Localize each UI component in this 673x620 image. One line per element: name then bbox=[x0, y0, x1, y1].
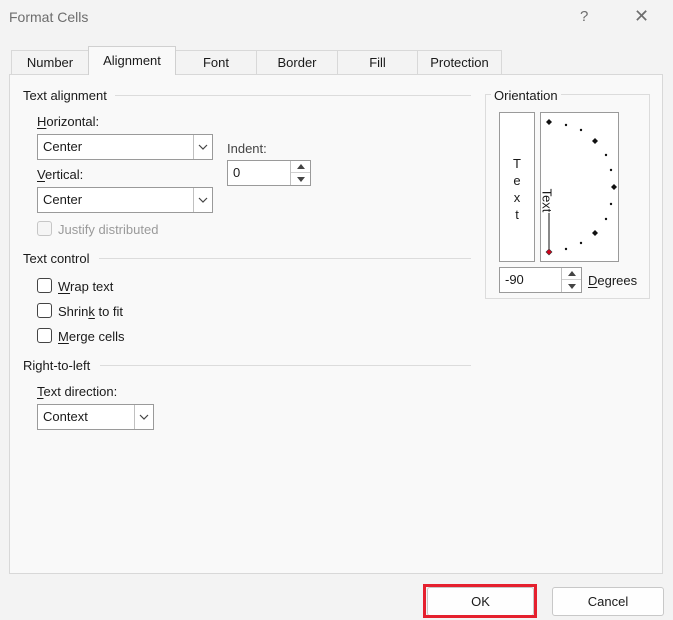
horizontal-select[interactable]: Center bbox=[37, 134, 213, 160]
text-alignment-divider bbox=[115, 95, 471, 96]
text-direction-select[interactable]: Context bbox=[37, 404, 154, 430]
dial-tick-marks bbox=[546, 119, 617, 251]
tab-border[interactable]: Border bbox=[256, 50, 338, 74]
text-control-group-label: Text control bbox=[23, 251, 90, 266]
justify-distributed-label: Justify distributed bbox=[58, 222, 159, 237]
cancel-button[interactable]: Cancel bbox=[552, 587, 664, 616]
vertical-select-value: Center bbox=[43, 192, 83, 207]
text-direction-value: Context bbox=[43, 409, 88, 424]
ok-button-highlight bbox=[423, 584, 537, 618]
shrink-to-fit-checkbox[interactable] bbox=[37, 303, 52, 318]
degrees-label: Degrees bbox=[588, 273, 638, 288]
tab-fill[interactable]: Fill bbox=[337, 50, 418, 74]
horizontal-select-value: Center bbox=[43, 139, 83, 154]
indent-stepper[interactable]: 0 bbox=[227, 160, 311, 186]
text-alignment-group-label: Text alignment bbox=[23, 88, 107, 103]
vertical-text-letter: T bbox=[513, 156, 521, 171]
shrink-to-fit-label: Shrink to fit bbox=[58, 304, 124, 319]
indent-label: Indent: bbox=[227, 141, 267, 156]
chevron-down-icon[interactable] bbox=[134, 405, 153, 429]
text-control-divider bbox=[99, 258, 471, 259]
wrap-text-label: Wrap text bbox=[58, 279, 114, 294]
vertical-text-letter: t bbox=[515, 207, 519, 222]
dial-text-label: Text bbox=[539, 188, 555, 213]
text-direction-label: Text direction: bbox=[37, 384, 118, 399]
indent-value: 0 bbox=[233, 165, 241, 180]
tab-number[interactable]: Number bbox=[11, 50, 89, 74]
vertical-text-toggle[interactable]: T e x t bbox=[499, 112, 535, 262]
help-button[interactable]: ? bbox=[580, 8, 588, 25]
horizontal-label: Horizontal: bbox=[37, 114, 100, 129]
decrement-arrow-icon[interactable] bbox=[291, 173, 310, 185]
orientation-group-label: Orientation bbox=[491, 88, 561, 103]
right-to-left-divider bbox=[100, 365, 471, 366]
chevron-down-icon[interactable] bbox=[193, 188, 212, 212]
close-button[interactable]: ✕ bbox=[634, 6, 649, 27]
wrap-text-checkbox[interactable] bbox=[37, 278, 52, 293]
right-to-left-group-label: Right-to-left bbox=[23, 358, 91, 373]
chevron-down-icon[interactable] bbox=[193, 135, 212, 159]
decrement-arrow-icon[interactable] bbox=[562, 280, 581, 292]
dialog-title: Format Cells bbox=[9, 9, 89, 25]
merge-cells-checkbox[interactable] bbox=[37, 328, 52, 343]
tab-alignment[interactable]: Alignment bbox=[88, 46, 176, 75]
merge-cells-label: Merge cells bbox=[58, 329, 125, 344]
vertical-text-letter: e bbox=[513, 173, 521, 188]
orientation-handle-icon[interactable] bbox=[545, 248, 553, 256]
degrees-stepper[interactable]: -90 bbox=[499, 267, 582, 293]
orientation-dial[interactable]: Text bbox=[539, 112, 619, 262]
vertical-text-letter: x bbox=[513, 190, 521, 205]
increment-arrow-icon[interactable] bbox=[291, 161, 310, 173]
degrees-value: -90 bbox=[505, 272, 524, 287]
vertical-label: Vertical: bbox=[37, 167, 84, 182]
increment-arrow-icon[interactable] bbox=[562, 268, 581, 280]
tab-protection[interactable]: Protection bbox=[417, 50, 502, 74]
justify-distributed-checkbox[interactable] bbox=[37, 221, 52, 236]
tab-font[interactable]: Font bbox=[175, 50, 257, 74]
vertical-select[interactable]: Center bbox=[37, 187, 213, 213]
